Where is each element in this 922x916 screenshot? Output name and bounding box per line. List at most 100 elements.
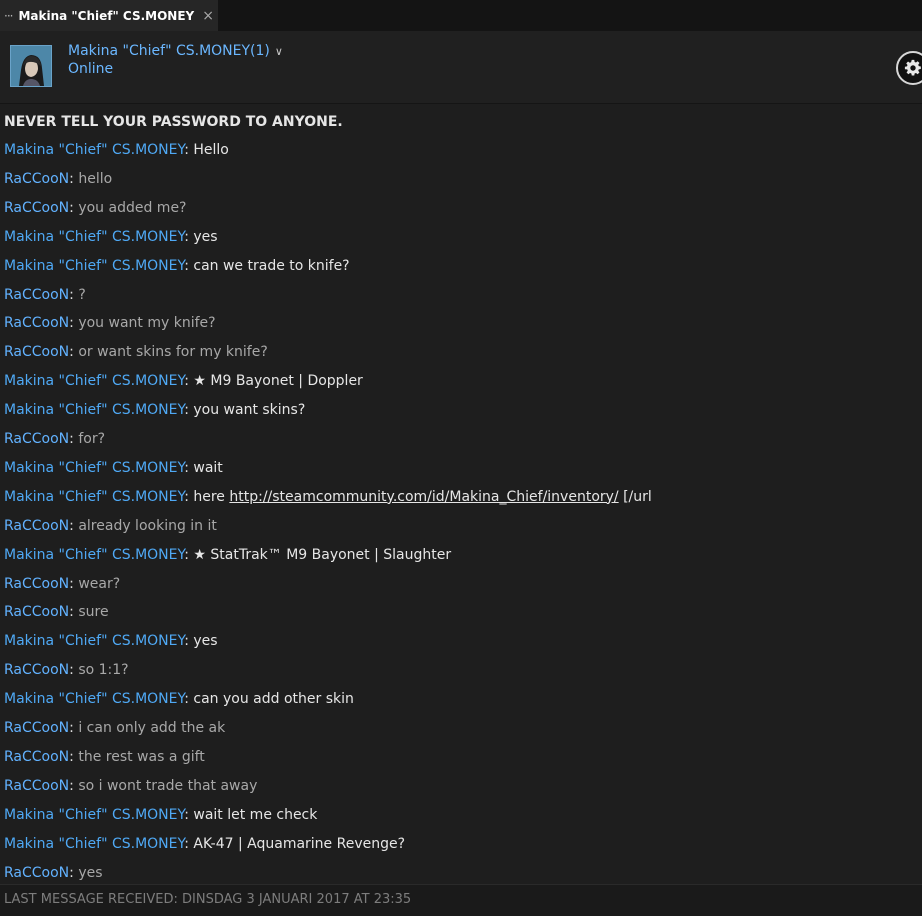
message-separator: : [184,633,194,650]
message-text: yes [78,864,103,881]
chat-message: Makina "Chief" CS.MONEY: here http://ste… [4,485,652,509]
message-text: ★ M9 Bayonet | Doppler [193,373,363,390]
message-separator: : [69,199,79,216]
message-text: sure [78,604,109,621]
message-sender[interactable]: RaCCooN [4,287,69,303]
message-sender[interactable]: RaCCooN [4,662,69,678]
chat-message: Makina "Chief" CS.MONEY: yes [4,629,218,653]
message-separator: : [69,662,79,679]
tab-bar: ··· Makina "Chief" CS.MONEY × [0,0,922,31]
message-sender[interactable]: Makina "Chief" CS.MONEY [4,691,184,707]
message-text: ? [78,286,86,303]
message-sender[interactable]: Makina "Chief" CS.MONEY [4,142,184,158]
message-sender[interactable]: Makina "Chief" CS.MONEY [4,373,184,389]
message-separator: : [184,459,194,476]
contact-name-dropdown[interactable]: Makina "Chief" CS.MONEY(1) ∨ [68,43,283,59]
chat-message: RaCCooN: sure [4,600,109,624]
message-sender[interactable]: RaCCooN [4,576,69,592]
chat-message: Makina "Chief" CS.MONEY: can we trade to… [4,254,350,278]
message-text: yes [193,228,218,245]
message-sender[interactable]: Makina "Chief" CS.MONEY [4,836,184,852]
message-sender[interactable]: RaCCooN [4,720,69,736]
message-text: can we trade to knife? [193,257,350,274]
contact-status: Online [68,61,114,77]
chat-message: RaCCooN: so i wont trade that away [4,774,257,798]
message-sender[interactable]: Makina "Chief" CS.MONEY [4,633,184,649]
chat-footer: LAST MESSAGE RECEIVED: DINSDAG 3 JANUARI… [0,884,922,916]
message-sender[interactable]: RaCCooN [4,749,69,765]
message-separator: : [184,835,194,852]
message-text: Hello [193,142,229,158]
message-separator: : [69,517,79,534]
chat-message: Makina "Chief" CS.MONEY: yes [4,225,218,249]
chat-message: RaCCooN: for? [4,427,105,451]
message-sender[interactable]: Makina "Chief" CS.MONEY [4,489,184,505]
message-text: wait [193,459,223,476]
message-separator: : [69,777,79,794]
message-sender[interactable]: Makina "Chief" CS.MONEY [4,229,184,245]
message-separator: : [69,431,79,447]
message-separator: : [184,691,194,708]
chat-message: RaCCooN: yes [4,861,103,885]
message-separator: : [184,228,194,245]
tab-menu-icon[interactable]: ··· [4,9,14,23]
message-text: you want skins? [193,402,306,419]
message-sender[interactable]: RaCCooN [4,431,69,447]
message-text: so i wont trade that away [78,777,258,794]
message-text: wait let me check [193,806,318,823]
message-separator: : [69,864,79,881]
message-sender[interactable]: Makina "Chief" CS.MONEY [4,258,184,274]
message-sender[interactable]: Makina "Chief" CS.MONEY [4,547,184,563]
message-sender[interactable]: RaCCooN [4,171,69,187]
avatar-icon[interactable] [10,45,52,87]
close-icon[interactable]: × [202,8,214,24]
message-sender[interactable]: Makina "Chief" CS.MONEY [4,807,184,823]
message-separator: : [184,257,194,274]
chat-message: RaCCooN: so 1:1? [4,658,129,682]
message-text-suffix: [/url [618,488,652,505]
chat-header: Makina "Chief" CS.MONEY(1) ∨ Online [0,31,922,104]
message-separator: : [69,575,79,592]
chat-message: Makina "Chief" CS.MONEY: ★ M9 Bayonet | … [4,369,363,393]
message-separator: : [184,402,194,419]
message-sender[interactable]: Makina "Chief" CS.MONEY [4,402,184,418]
message-text: you added me? [78,199,187,216]
chat-message: Makina "Chief" CS.MONEY: can you add oth… [4,687,354,711]
message-text: yes [193,633,218,650]
chevron-down-icon: ∨ [274,44,283,58]
message-sender[interactable]: RaCCooN [4,344,69,360]
message-separator: : [184,546,194,563]
message-separator: : [69,344,79,361]
message-link[interactable]: http://steamcommunity.com/id/Makina_Chie… [229,489,618,505]
message-text: or want skins for my knife? [78,344,268,361]
chat-message: RaCCooN: already looking in it [4,514,217,538]
chat-message: RaCCooN: the rest was a gift [4,745,205,769]
message-sender[interactable]: RaCCooN [4,518,69,534]
message-text: for? [78,431,106,447]
last-message-timestamp: LAST MESSAGE RECEIVED: DINSDAG 3 JANUARI… [4,892,412,907]
chat-message: RaCCooN: wear? [4,572,120,596]
message-sender[interactable]: RaCCooN [4,865,69,881]
message-sender[interactable]: RaCCooN [4,315,69,331]
chat-tab[interactable]: ··· Makina "Chief" CS.MONEY × [0,0,218,31]
message-text: the rest was a gift [78,748,205,765]
gear-icon[interactable] [896,51,922,85]
message-sender[interactable]: RaCCooN [4,200,69,216]
chat-message: RaCCooN: hello [4,167,112,191]
message-text: wear? [78,575,121,592]
message-separator: : [69,315,79,332]
message-separator: : [184,806,194,823]
message-text: i can only add the ak [78,720,226,736]
message-text: so 1:1? [78,662,129,679]
message-separator: : [69,286,79,303]
message-sender[interactable]: RaCCooN [4,778,69,794]
security-warning: NEVER TELL YOUR PASSWORD TO ANYONE. [4,114,343,130]
chat-log[interactable]: NEVER TELL YOUR PASSWORD TO ANYONE. Maki… [0,104,922,884]
message-text: here [193,488,230,505]
chat-message: RaCCooN: or want skins for my knife? [4,340,268,364]
message-text: AK-47 | Aquamarine Revenge? [193,835,406,852]
message-sender[interactable]: Makina "Chief" CS.MONEY [4,460,184,476]
chat-message: Makina "Chief" CS.MONEY: you want skins? [4,398,305,422]
message-sender[interactable]: RaCCooN [4,604,69,620]
message-separator: : [69,720,79,736]
